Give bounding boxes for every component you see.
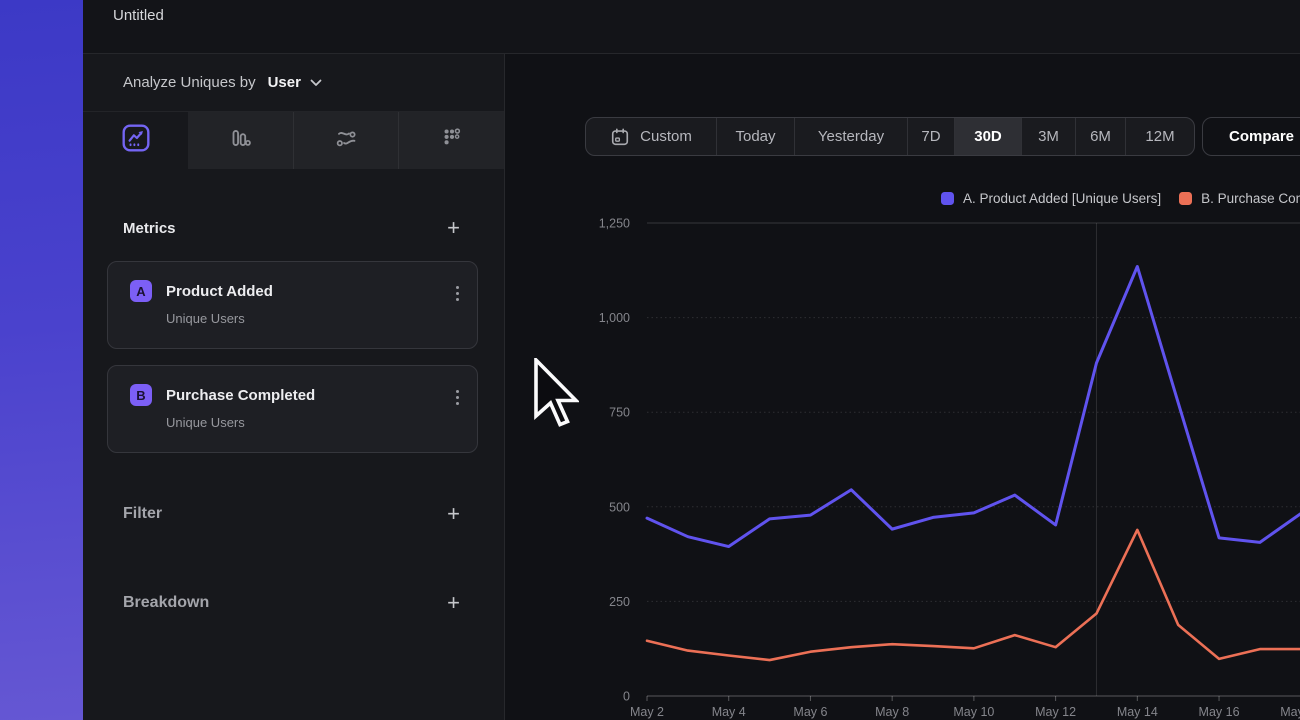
svg-text:May 2: May 2 xyxy=(630,705,664,719)
range-label: Custom xyxy=(640,128,692,145)
svg-text:May 10: May 10 xyxy=(953,705,994,719)
range-6m[interactable]: 6M xyxy=(1075,118,1125,155)
tab-flows[interactable] xyxy=(293,112,399,169)
chevron-down-icon xyxy=(310,79,322,87)
svg-text:500: 500 xyxy=(609,500,630,514)
analyze-value-dropdown[interactable]: User xyxy=(268,74,301,91)
legend-swatch-a xyxy=(941,192,954,205)
range-label: 30D xyxy=(974,128,1002,145)
range-label: 12M xyxy=(1145,128,1174,145)
mouse-cursor xyxy=(533,358,579,432)
range-label: Today xyxy=(735,128,775,145)
svg-text:May 16: May 16 xyxy=(1199,705,1240,719)
kebab-menu-icon[interactable] xyxy=(456,390,459,405)
chart-legend: A. Product Added [Unique Users] B. Purch… xyxy=(941,191,1300,206)
legend-item-a[interactable]: A. Product Added [Unique Users] xyxy=(941,191,1161,206)
chart-type-tabs xyxy=(83,112,504,169)
svg-text:1,000: 1,000 xyxy=(599,311,630,325)
brand-gradient-strip xyxy=(0,0,83,720)
range-today[interactable]: Today xyxy=(716,118,794,155)
add-filter-button[interactable]: + xyxy=(447,507,460,521)
tab-retention[interactable] xyxy=(398,112,504,169)
svg-text:May 18: May 18 xyxy=(1280,705,1300,719)
filter-section-header: Filter + xyxy=(83,503,504,525)
svg-text:May 4: May 4 xyxy=(712,705,746,719)
svg-text:May 8: May 8 xyxy=(875,705,909,719)
svg-text:250: 250 xyxy=(609,595,630,609)
calendar-icon xyxy=(610,127,630,147)
range-label: Yesterday xyxy=(818,128,884,145)
flows-icon xyxy=(333,125,359,156)
metric-measure[interactable]: Unique Users xyxy=(130,311,457,326)
range-12m[interactable]: 12M xyxy=(1125,118,1194,155)
line-chart-icon xyxy=(121,123,151,158)
metrics-section-header: Metrics + xyxy=(83,217,504,239)
tab-bar-chart[interactable] xyxy=(188,112,293,169)
svg-text:May 14: May 14 xyxy=(1117,705,1158,719)
chart-panel: Custom Today Yesterday 7D 30D 3M 6M 12M … xyxy=(505,54,1300,720)
tab-line-chart[interactable] xyxy=(83,112,188,169)
app-header: Untitled xyxy=(83,0,1300,54)
breakdown-section-header: Breakdown + xyxy=(83,592,504,614)
svg-text:May 6: May 6 xyxy=(793,705,827,719)
compare-button[interactable]: Compare xyxy=(1202,117,1300,156)
kebab-menu-icon[interactable] xyxy=(456,286,459,301)
legend-item-b[interactable]: B. Purchase Completed [Unique Users] xyxy=(1179,191,1300,206)
metric-name[interactable]: Product Added xyxy=(166,283,273,300)
add-breakdown-button[interactable]: + xyxy=(447,596,460,610)
metrics-title: Metrics xyxy=(123,220,176,237)
breakdown-title: Breakdown xyxy=(123,594,209,612)
report-title[interactable]: Untitled xyxy=(113,7,164,24)
bar-chart-icon xyxy=(227,125,253,156)
filter-title: Filter xyxy=(123,505,162,523)
legend-label: B. Purchase Completed [Unique Users] xyxy=(1201,191,1300,206)
range-3m[interactable]: 3M xyxy=(1021,118,1075,155)
range-label: 7D xyxy=(921,128,940,145)
range-label: 6M xyxy=(1090,128,1111,145)
analyze-uniques-row[interactable]: Analyze Uniques by User xyxy=(83,54,504,112)
legend-swatch-b xyxy=(1179,192,1192,205)
retention-grid-icon xyxy=(439,125,465,156)
metric-badge-b: B xyxy=(130,384,152,406)
range-custom[interactable]: Custom xyxy=(586,118,716,155)
metric-measure[interactable]: Unique Users xyxy=(130,415,457,430)
query-sidebar: Analyze Uniques by User xyxy=(83,54,505,720)
metric-name[interactable]: Purchase Completed xyxy=(166,387,315,404)
svg-text:750: 750 xyxy=(609,406,630,420)
range-label: 3M xyxy=(1038,128,1059,145)
range-7d[interactable]: 7D xyxy=(907,118,954,155)
svg-text:1,250: 1,250 xyxy=(599,217,630,231)
metric-badge-a: A xyxy=(130,280,152,302)
svg-text:May 12: May 12 xyxy=(1035,705,1076,719)
add-metric-button[interactable]: + xyxy=(447,221,460,235)
metric-card-b[interactable]: B Purchase Completed Unique Users xyxy=(107,365,478,453)
legend-label: A. Product Added [Unique Users] xyxy=(963,191,1161,206)
inactive-tabs-strip xyxy=(188,112,504,169)
date-range-selector: Custom Today Yesterday 7D 30D 3M 6M 12M xyxy=(585,117,1195,156)
range-30d-selected[interactable]: 30D xyxy=(954,118,1021,155)
metric-card-a[interactable]: A Product Added Unique Users xyxy=(107,261,478,349)
svg-text:0: 0 xyxy=(623,690,630,704)
range-yesterday[interactable]: Yesterday xyxy=(794,118,907,155)
analyze-label: Analyze Uniques by xyxy=(123,74,256,91)
